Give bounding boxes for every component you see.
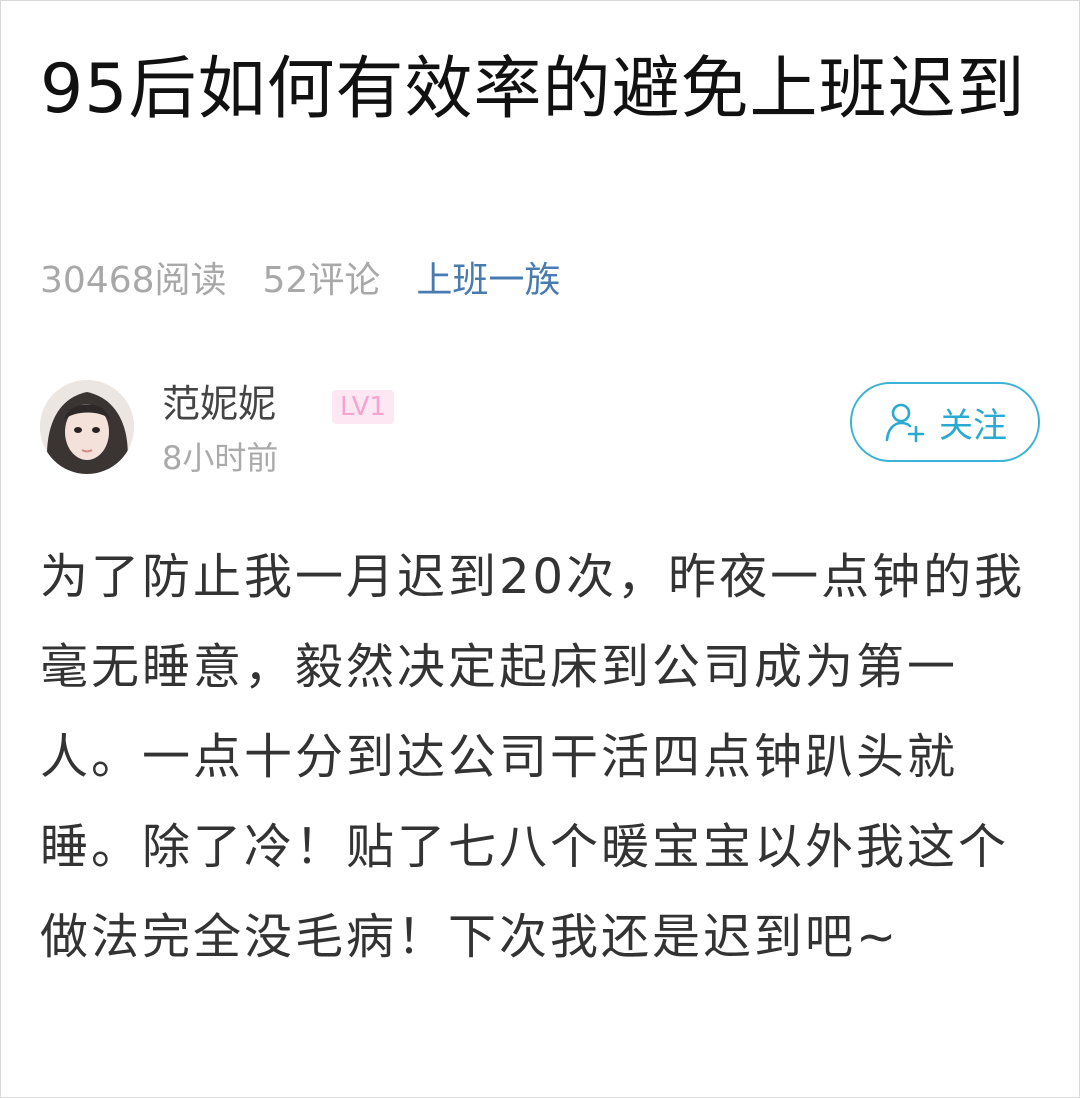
follow-button[interactable]: 关注 — [850, 382, 1040, 462]
author-name[interactable]: 范妮妮 — [162, 380, 276, 428]
post-content: 为了防止我一月迟到20次，昨夜一点钟的我毫无睡意，毅然决定起床到公司成为第一人。… — [40, 549, 1026, 965]
add-user-icon — [885, 403, 925, 443]
post-time: 8小时前 — [162, 439, 279, 477]
follow-label: 关注 — [939, 405, 1007, 446]
level-badge: LV1 — [332, 390, 394, 424]
comment-count[interactable]: 52评论 — [263, 251, 381, 303]
article-meta: 30468阅读 52评论 上班一族 — [40, 252, 560, 302]
avatar-portrait — [40, 380, 134, 474]
read-count: 30468阅读 — [40, 260, 227, 301]
topic-link[interactable]: 上班一族 — [416, 251, 560, 303]
avatar[interactable] — [40, 380, 134, 474]
author-row: 范妮妮 LV1 8小时前 关注 — [40, 380, 1040, 477]
article-title: 95后如何有效率的避免上班迟到 — [40, 50, 1026, 129]
